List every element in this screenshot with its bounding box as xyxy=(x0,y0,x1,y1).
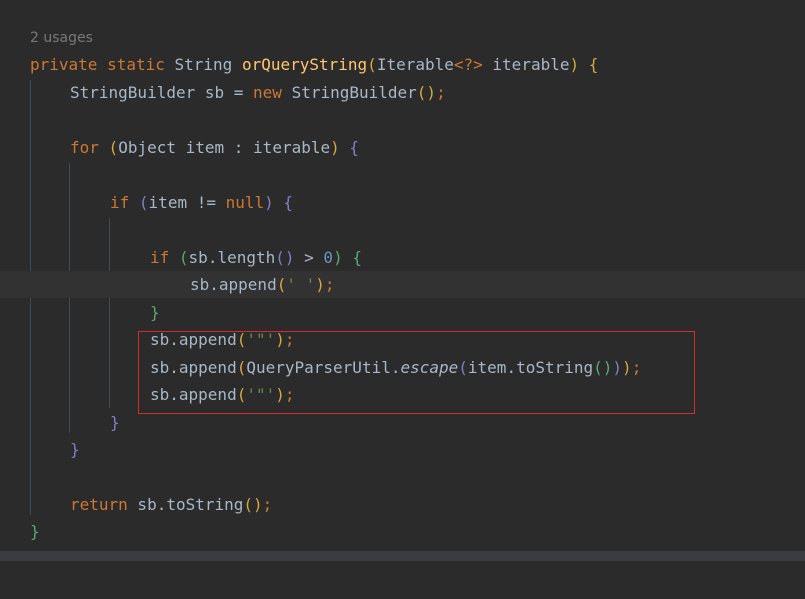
for-statement: for (Object item : iterable) { xyxy=(70,134,359,161)
code-text: StringBuilder sb = xyxy=(70,83,254,102)
number-literal: 0 xyxy=(323,248,334,267)
paren: ( xyxy=(138,193,149,212)
statement: StringBuilder sb = new StringBuilder(); xyxy=(70,79,446,106)
paren: ( xyxy=(108,138,119,157)
paren: ) xyxy=(315,275,325,294)
code-line[interactable]: StringBuilder sb = new StringBuilder(); xyxy=(0,79,805,106)
code-line[interactable]: if (item != null) { xyxy=(0,189,805,216)
keyword: null xyxy=(225,193,265,212)
closing-brace: } xyxy=(30,518,40,545)
paren: () xyxy=(275,248,295,267)
code-line[interactable]: if (sb.length() > 0) { xyxy=(0,244,805,271)
return-statement: return sb.toString(); xyxy=(70,491,272,518)
keyword: if xyxy=(150,248,170,267)
keyword: if xyxy=(110,193,130,212)
generic-wildcard: <?> xyxy=(453,55,483,74)
code-line[interactable]: return sb.toString(); xyxy=(0,491,805,518)
paren: ( xyxy=(276,275,287,294)
method-name: orQueryString xyxy=(241,55,368,74)
code-line[interactable]: private static String orQueryString(Iter… xyxy=(0,51,805,78)
paren: () xyxy=(243,495,263,514)
code-text: Iterable xyxy=(376,55,454,74)
brace: } xyxy=(110,413,120,432)
code-editor[interactable]: 2 usages private static String orQuerySt… xyxy=(0,0,805,561)
brace: } xyxy=(150,303,160,322)
method-signature: private static String orQueryString(Iter… xyxy=(30,51,598,78)
closing-brace: } xyxy=(70,436,80,463)
brace: { xyxy=(349,138,360,157)
code-line[interactable]: } xyxy=(0,518,805,545)
code-text: Object item : iterable xyxy=(118,138,331,157)
brace: { xyxy=(352,248,362,267)
code-text: sb.append xyxy=(190,275,277,294)
code-text: sb.length xyxy=(188,248,276,267)
paren: ( xyxy=(178,248,189,267)
code-text: sb.toString xyxy=(127,495,244,514)
brace: { xyxy=(588,55,599,74)
code-text: > xyxy=(294,248,324,267)
semicolon: ; xyxy=(436,83,446,102)
usages-hint[interactable]: 2 usages xyxy=(30,28,93,48)
keyword: return xyxy=(70,495,128,514)
if-statement: if (item != null) { xyxy=(110,189,293,216)
code-line[interactable]: } xyxy=(0,299,805,326)
paren: ) xyxy=(569,55,580,74)
if-statement: if (sb.length() > 0) { xyxy=(150,244,362,271)
code-line[interactable]: } xyxy=(0,436,805,463)
paren: ( xyxy=(367,55,377,74)
keyword: for xyxy=(70,138,99,157)
code-text: String xyxy=(164,55,242,74)
closing-brace: } xyxy=(150,299,160,326)
code-line-current[interactable]: sb.append(' '); xyxy=(0,271,805,298)
brace: { xyxy=(283,193,294,212)
statement: sb.append(' '); xyxy=(190,271,335,298)
keyword: static xyxy=(107,55,165,74)
highlight-annotation-box xyxy=(138,331,695,414)
brace: } xyxy=(30,522,40,541)
paren: () xyxy=(416,83,437,102)
horizontal-scrollbar[interactable] xyxy=(0,551,805,561)
code-text: StringBuilder xyxy=(281,83,417,102)
keyword: new xyxy=(253,83,282,102)
paren: ) xyxy=(264,193,274,212)
paren: ) xyxy=(330,138,340,157)
keyword: private xyxy=(30,55,98,74)
code-text: item != xyxy=(148,193,226,212)
closing-brace: } xyxy=(110,409,120,436)
semicolon: ; xyxy=(262,495,273,514)
paren: ) xyxy=(333,248,343,267)
semicolon: ; xyxy=(324,275,335,294)
brace: } xyxy=(70,440,80,459)
string-literal: ' ' xyxy=(286,275,316,294)
code-text: iterable xyxy=(482,55,570,74)
code-line[interactable]: for (Object item : iterable) { xyxy=(0,134,805,161)
